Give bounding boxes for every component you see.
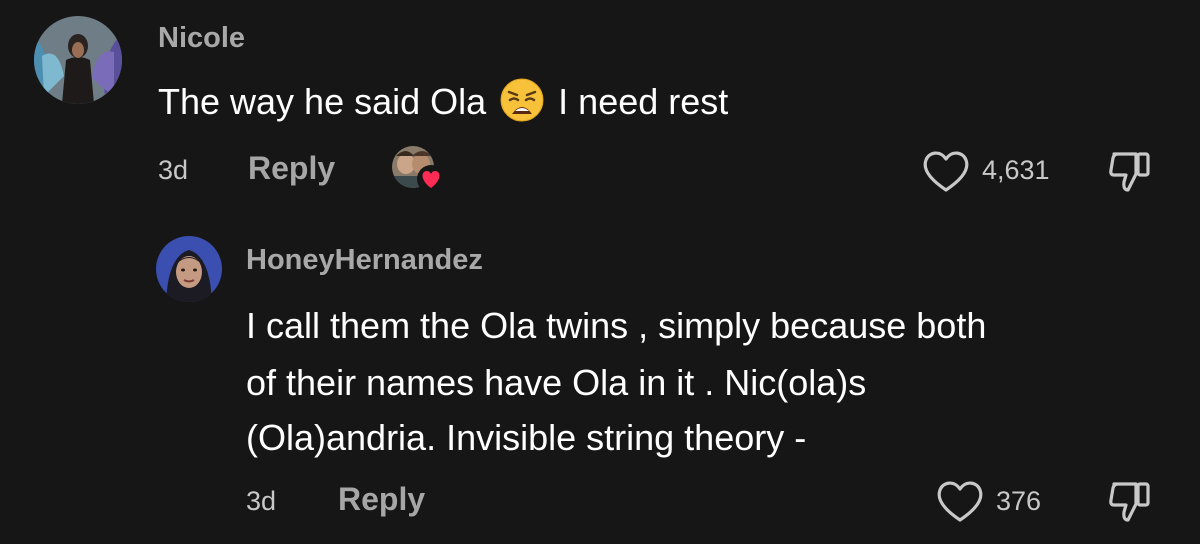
- weary-face-emoji-icon: [500, 78, 544, 122]
- liked-by-creator-badge: [392, 146, 448, 194]
- red-heart-icon: [416, 164, 446, 194]
- comment-text-line: (Ola)andria. Invisible string theory -: [246, 417, 807, 458]
- comment-time: 3d: [246, 486, 277, 516]
- avatar[interactable]: [156, 236, 222, 302]
- reply-button[interactable]: Reply: [248, 150, 335, 187]
- avatar[interactable]: [34, 16, 122, 104]
- reply-button[interactable]: Reply: [338, 481, 425, 518]
- comment-text-part: The way he said Ola: [158, 81, 487, 122]
- like-heart-icon[interactable]: [934, 478, 986, 524]
- comment-time: 3d: [158, 155, 189, 185]
- comment-text: The way he said Ola I need rest: [158, 74, 728, 130]
- comment-text-part: I need rest: [558, 81, 729, 122]
- like-heart-icon[interactable]: [920, 148, 972, 194]
- comment-text-line: of their names have Ola in it . Nic(ola)…: [246, 362, 867, 403]
- dislike-icon[interactable]: [1106, 478, 1154, 524]
- dislike-icon[interactable]: [1106, 148, 1154, 194]
- comment-text-line: I call them the Ola twins , simply becau…: [246, 305, 987, 346]
- like-count: 376: [996, 486, 1042, 516]
- comment-username[interactable]: HoneyHernandez: [246, 244, 483, 277]
- comment-username[interactable]: Nicole: [158, 22, 245, 55]
- like-count: 4,631: [982, 155, 1050, 185]
